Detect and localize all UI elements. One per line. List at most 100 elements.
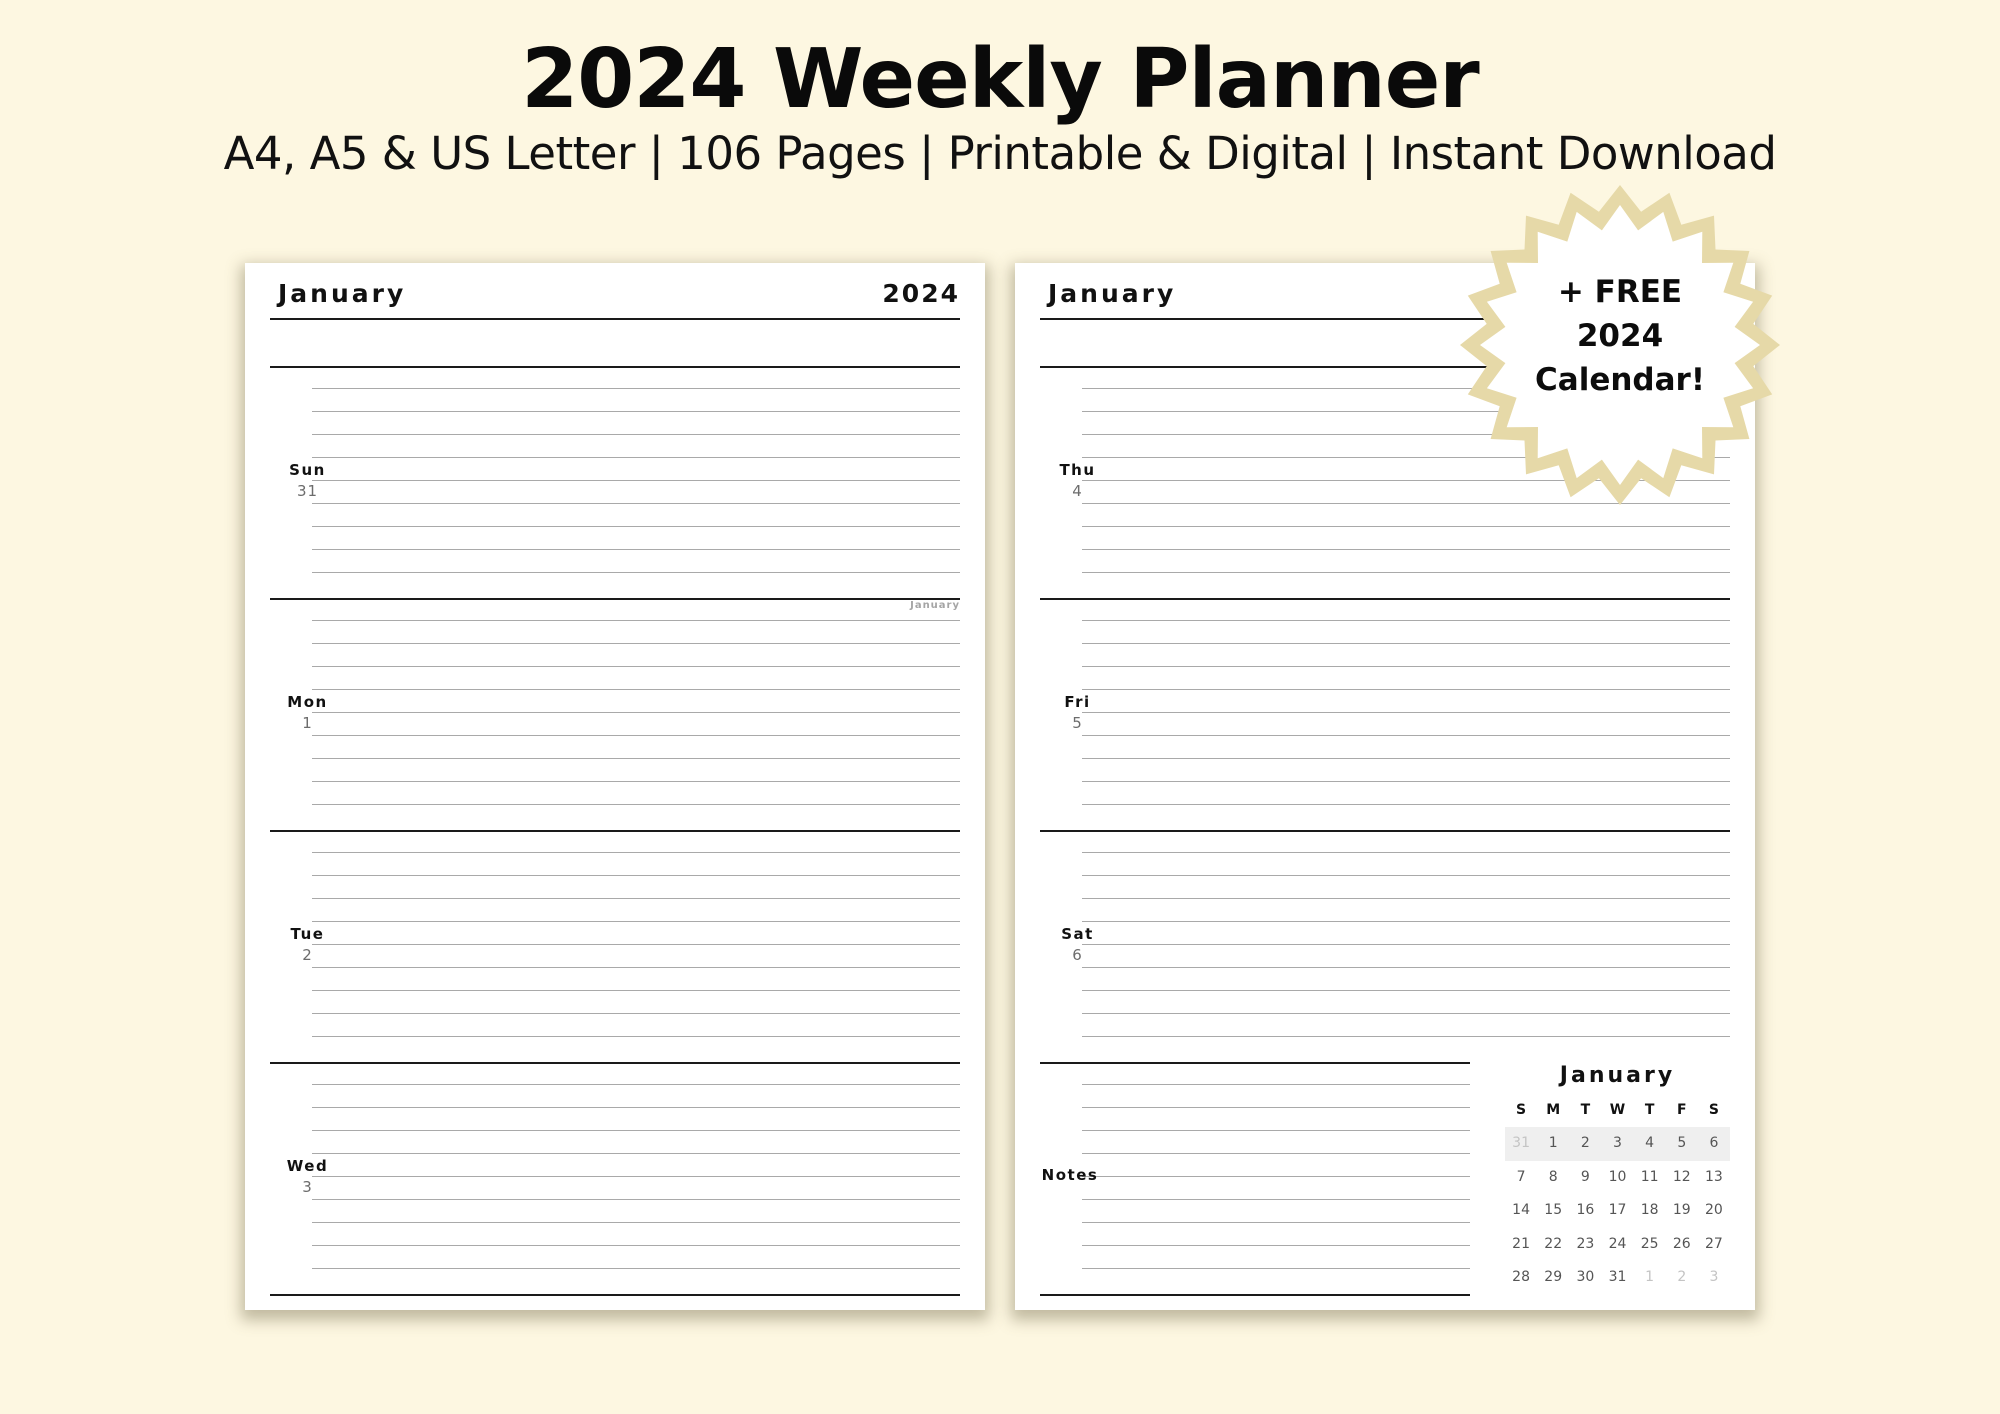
writing-line [1082, 549, 1730, 550]
writing-line [312, 1107, 960, 1108]
writing-line [312, 921, 960, 922]
notes-line [1082, 1268, 1470, 1269]
writing-line [312, 712, 960, 713]
calendar-day: 24 [1608, 1235, 1627, 1252]
writing-line [1082, 620, 1730, 621]
writing-line [312, 549, 960, 550]
badge-text: + FREE 2024 Calendar! [1455, 270, 1785, 402]
calendar-day: 6 [1697, 1127, 1730, 1161]
calendar-day: 25 [1640, 1235, 1659, 1252]
notes-line [1082, 1222, 1470, 1223]
writing-line [312, 804, 960, 805]
writing-line [312, 503, 960, 504]
writing-line [312, 643, 960, 644]
writing-line [1082, 921, 1730, 922]
calendar-day: 31 [1608, 1269, 1627, 1285]
section-divider [1040, 1062, 1470, 1064]
writing-line [1082, 712, 1730, 713]
weekday-header: F [1676, 1102, 1687, 1118]
calendar-day: 22 [1544, 1235, 1563, 1252]
notes-label: Notes [1035, 1166, 1105, 1184]
weekday-header: T [1580, 1102, 1591, 1118]
writing-line [312, 875, 960, 876]
notes-line [1082, 1176, 1470, 1177]
notes-line [1082, 1107, 1470, 1108]
writing-line [1082, 875, 1730, 876]
day-number: 2 [302, 946, 313, 964]
writing-line [1082, 1013, 1730, 1014]
writing-line [1082, 666, 1730, 667]
day-name: Wed [286, 1157, 329, 1175]
calendar-day: 20 [1705, 1202, 1723, 1218]
calendar-day: 2 [1677, 1269, 1687, 1285]
badge-line-1: + FREE [1557, 274, 1683, 310]
day-label: Fri 5 [1040, 693, 1115, 732]
writing-line [1082, 852, 1730, 853]
calendar-day: 12 [1672, 1168, 1691, 1185]
writing-line [1082, 572, 1730, 573]
day-label: Sun 31 [270, 461, 345, 500]
writing-line [312, 1176, 960, 1177]
badge-line-2: 2024 [1576, 318, 1664, 354]
calendar-day: 27 [1705, 1235, 1723, 1252]
writing-line [312, 480, 960, 481]
badge-line-3: Calendar! [1535, 362, 1705, 398]
day-name: Thu [1059, 461, 1096, 479]
calendar-day: 16 [1576, 1202, 1595, 1218]
calendar-day: 9 [1580, 1168, 1590, 1185]
calendar-day: 21 [1512, 1235, 1530, 1252]
writing-line [312, 1130, 960, 1131]
calendar-day: 29 [1544, 1269, 1563, 1285]
writing-line [312, 666, 960, 667]
writing-line [312, 898, 960, 899]
calendar-day: 5 [1665, 1127, 1698, 1161]
calendar-day: 26 [1672, 1235, 1691, 1252]
calendar-day: 11 [1640, 1168, 1659, 1185]
calendar-day: 15 [1544, 1202, 1563, 1218]
calendar-day: 1 [1645, 1269, 1655, 1285]
writing-line [312, 967, 960, 968]
calendar-day: 8 [1548, 1168, 1558, 1185]
writing-line [312, 1222, 960, 1223]
writing-line [312, 758, 960, 759]
day-label: Thu 4 [1040, 461, 1115, 500]
writing-line [312, 735, 960, 736]
writing-line [1082, 898, 1730, 899]
day-label: Sat 6 [1040, 925, 1115, 964]
day-number: 4 [1072, 482, 1083, 500]
day-label: Tue 2 [270, 925, 345, 964]
page-year: 2024 [882, 279, 960, 308]
day-label: Wed 3 [270, 1157, 345, 1196]
calendar-day: 13 [1705, 1168, 1723, 1185]
mini-calendar-grid: S M T W T F S 31 1 2 3 4 5 6 7 8 9 10 11 12 13 14 15 16 17 18 19 20… [1505, 1093, 1730, 1295]
writing-line [1082, 967, 1730, 968]
writing-line [1082, 990, 1730, 991]
weekday-header: S [1708, 1102, 1719, 1118]
writing-line [312, 944, 960, 945]
writing-line [312, 457, 960, 458]
notes-label-text: Notes [1041, 1166, 1099, 1184]
calendar-day: 4 [1633, 1127, 1666, 1161]
notes-line [1082, 1153, 1470, 1154]
writing-line [1082, 689, 1730, 690]
planner-page-left: January 2024 January Sun 31 Mon 1 Tue 2 Wed 3 [245, 263, 985, 1310]
day-number: 5 [1072, 714, 1083, 732]
writing-line [1082, 804, 1730, 805]
day-number: 1 [302, 714, 313, 732]
day-name: Fri [1064, 693, 1091, 711]
calendar-day: 28 [1512, 1269, 1530, 1285]
section-divider [270, 598, 960, 600]
day-number: 31 [296, 482, 319, 500]
calendar-day: 3 [1709, 1269, 1719, 1285]
calendar-day: 30 [1576, 1269, 1595, 1285]
day-name: Tue [290, 925, 325, 943]
writing-line [312, 1245, 960, 1246]
calendar-day: 18 [1640, 1202, 1659, 1218]
weekday-header: T [1644, 1102, 1655, 1118]
writing-line [312, 852, 960, 853]
calendar-day: 7 [1516, 1168, 1526, 1185]
writing-line [1082, 1036, 1730, 1037]
writing-line [1082, 944, 1730, 945]
writing-line [1082, 735, 1730, 736]
section-divider [270, 1294, 960, 1296]
